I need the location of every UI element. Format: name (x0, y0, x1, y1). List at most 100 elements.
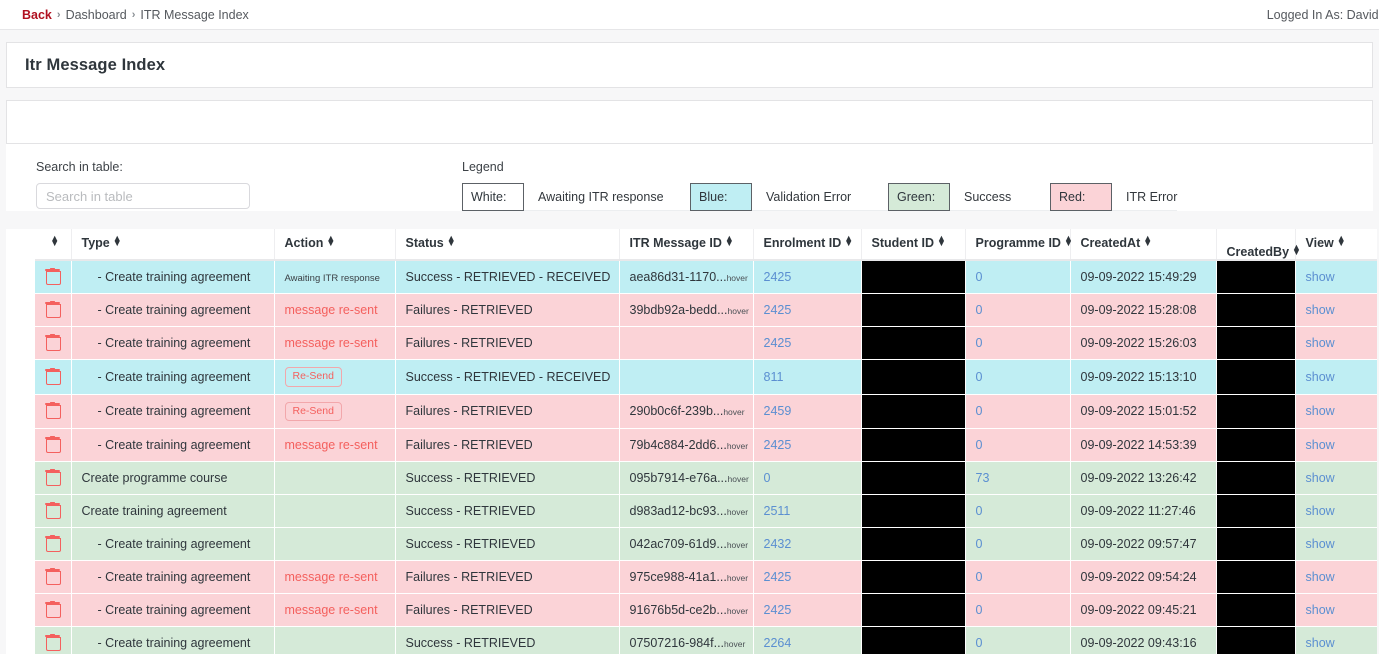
programme-id-link[interactable]: 0 (976, 370, 983, 384)
cell-action: message re-sent (273, 326, 395, 360)
enrolment-id-link[interactable]: 2425 (764, 336, 792, 350)
trash-icon[interactable] (45, 436, 62, 454)
delete-cell[interactable] (35, 560, 71, 595)
search-input[interactable] (36, 183, 250, 209)
cell-action[interactable]: Re-Send (273, 394, 395, 430)
cell-action: message re-sent (273, 428, 395, 463)
delete-cell[interactable] (35, 626, 71, 654)
column-header-status[interactable]: Status ▲ ▼ (394, 229, 619, 261)
cell-type: Create training agreement (70, 494, 274, 529)
cell-action[interactable]: Re-Send (273, 359, 395, 395)
delete-cell[interactable] (35, 260, 71, 294)
trash-icon[interactable] (45, 301, 62, 318)
trash-icon[interactable] (45, 568, 62, 586)
trash-icon[interactable] (45, 334, 62, 351)
resend-button[interactable]: Re-Send (284, 401, 342, 422)
show-link[interactable]: show (1306, 636, 1335, 650)
trash-icon[interactable] (45, 634, 62, 652)
column-header-created-by[interactable]: CreatedBy ▲ ▼ (1215, 229, 1301, 261)
programme-id-link[interactable]: 0 (976, 270, 983, 284)
column-header-enrolment-id[interactable]: Enrolment ID ▲ ▼ (752, 229, 861, 261)
cell-created-by (1215, 626, 1295, 654)
show-link[interactable]: show (1306, 603, 1335, 617)
enrolment-id-link[interactable]: 811 (764, 370, 784, 384)
enrolment-id-link[interactable]: 2459 (764, 404, 792, 418)
programme-id-link[interactable]: 0 (976, 303, 983, 317)
programme-id-link[interactable]: 0 (976, 336, 983, 350)
column-header-student-id[interactable]: Student ID ▲ ▼ (860, 229, 965, 261)
breadcrumb-back-link[interactable]: Back (22, 8, 52, 22)
delete-cell[interactable] (35, 461, 71, 496)
show-link[interactable]: show (1306, 537, 1335, 551)
trash-icon[interactable] (45, 367, 62, 385)
enrolment-id-link[interactable]: 2511 (764, 504, 791, 518)
delete-cell[interactable] (35, 494, 71, 529)
delete-cell[interactable] (35, 359, 71, 395)
enrolment-id-link[interactable]: 2425 (764, 438, 792, 452)
trash-icon[interactable] (45, 469, 62, 487)
cell-itr-message-id: aea86d31-1170...hover (618, 260, 753, 294)
show-link[interactable]: show (1306, 303, 1335, 317)
trash-icon[interactable] (45, 535, 62, 553)
enrolment-id-link[interactable]: 2264 (764, 636, 792, 650)
column-header-programme-id[interactable]: Programme ID ▲ ▼ (964, 229, 1073, 261)
breadcrumb-dashboard-link[interactable]: Dashboard (66, 8, 127, 22)
programme-id-link[interactable]: 0 (976, 570, 983, 584)
delete-cell[interactable] (35, 593, 71, 628)
cell-itr-message-id: 39bdb92a-bedd...hover (618, 293, 753, 327)
column-header-created-at[interactable]: CreatedAt ▲ ▼ (1069, 229, 1216, 261)
programme-id-link[interactable]: 0 (976, 438, 983, 452)
table-row: - Create training agreement message re-se… (35, 293, 1377, 327)
itr-message-id-value: aea86d31-1170... (629, 270, 727, 284)
page-title: Itr Message Index (25, 55, 166, 74)
table-row: - Create training agreement message re-se… (35, 326, 1377, 360)
enrolment-id-link[interactable]: 2425 (764, 270, 792, 284)
cell-programme-id: 0 (964, 260, 1070, 294)
delete-cell[interactable] (35, 326, 71, 360)
itr-message-table: ▲ ▼ Type ▲ ▼ Action ▲ ▼ Status ▲ ▼ ITR Message … (35, 229, 1377, 654)
trash-icon[interactable] (45, 402, 62, 420)
delete-cell[interactable] (35, 428, 71, 463)
itr-message-id-value: 975ce988-41a1... (629, 570, 727, 585)
show-link[interactable]: show (1306, 336, 1335, 350)
column-header-action[interactable]: Action ▲ ▼ (273, 229, 395, 261)
cell-type: - Create training agreement (70, 293, 274, 327)
programme-id-link[interactable]: 0 (976, 404, 983, 418)
show-link[interactable]: show (1306, 471, 1335, 485)
enrolment-id-link[interactable]: 2425 (764, 570, 792, 584)
programme-id-link[interactable]: 0 (976, 504, 983, 518)
table-row: - Create training agreement message re-se… (35, 593, 1377, 628)
resend-button[interactable]: Re-Send (284, 367, 342, 387)
enrolment-id-link[interactable]: 2425 (764, 603, 792, 617)
show-link[interactable]: show (1306, 438, 1335, 452)
delete-cell[interactable] (35, 394, 71, 430)
cell-created-by (1215, 260, 1295, 294)
programme-id-link[interactable]: 0 (976, 537, 983, 551)
cell-status: Failures - RETRIEVED (394, 394, 619, 430)
show-link[interactable]: show (1306, 370, 1335, 384)
trash-icon[interactable] (45, 601, 62, 619)
delete-cell[interactable] (35, 293, 71, 327)
show-link[interactable]: show (1306, 270, 1335, 284)
column-header-itr-message-id[interactable]: ITR Message ID ▲ ▼ (618, 229, 753, 261)
trash-icon[interactable] (45, 502, 62, 520)
column-header-delete[interactable]: ▲ ▼ (35, 229, 71, 261)
enrolment-id-link[interactable]: 2425 (764, 303, 792, 317)
cell-enrolment-id: 2425 (752, 428, 861, 463)
itr-message-id-hover-hint: hover (727, 306, 749, 316)
trash-icon[interactable] (45, 268, 62, 285)
programme-id-link[interactable]: 73 (976, 471, 990, 485)
enrolment-id-link[interactable]: 0 (764, 471, 771, 485)
delete-cell[interactable] (35, 527, 71, 562)
show-link[interactable]: show (1306, 404, 1335, 418)
programme-id-link[interactable]: 0 (976, 603, 983, 617)
cell-type: - Create training agreement (70, 359, 274, 395)
programme-id-link[interactable]: 0 (976, 636, 983, 650)
show-link[interactable]: show (1306, 570, 1335, 584)
column-header-type[interactable]: Type ▲ ▼ (70, 229, 274, 261)
column-header-view[interactable]: View ▲ ▼ (1294, 229, 1377, 261)
cell-programme-id: 0 (964, 326, 1070, 360)
show-link[interactable]: show (1306, 504, 1335, 518)
enrolment-id-link[interactable]: 2432 (764, 537, 792, 551)
cell-type: - Create training agreement (70, 394, 274, 430)
